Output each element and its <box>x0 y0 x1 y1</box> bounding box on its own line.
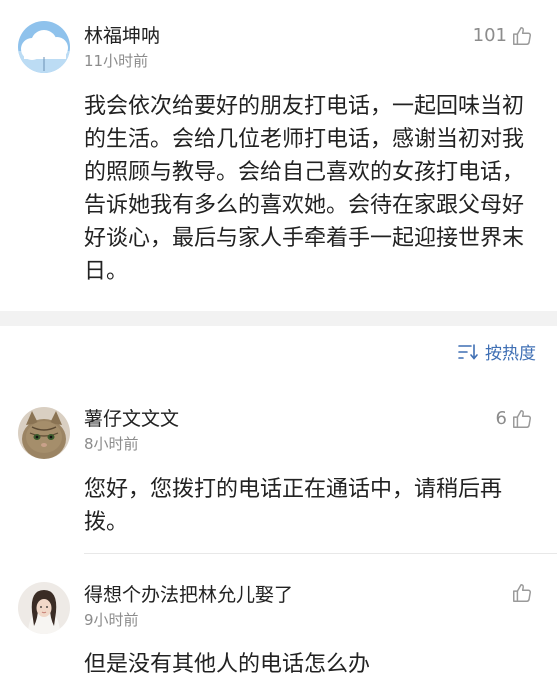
comment-text: 但是没有其他人的电话怎么办 <box>84 652 371 677</box>
divider <box>84 553 557 554</box>
like-button[interactable]: 6 <box>496 408 533 430</box>
sort-icon <box>457 343 479 365</box>
like-button[interactable]: 101 <box>473 25 533 47</box>
thumbs-up-icon <box>511 408 533 430</box>
avatar[interactable] <box>18 582 70 634</box>
like-count: 6 <box>495 408 507 429</box>
timestamp: 9小时前 <box>84 611 139 629</box>
username[interactable]: 林福坤呐 <box>84 27 160 46</box>
comment-item: 林福坤呐 11小时前 101 我会依次给要好的朋友打电话，一起回味当初的生活。会… <box>0 0 557 311</box>
sort-label: 按热度 <box>485 343 536 364</box>
like-count: 101 <box>472 25 507 46</box>
username[interactable]: 得想个办法把林允儿娶了 <box>84 586 293 605</box>
username[interactable]: 薯仔文文文 <box>84 410 179 429</box>
timestamp: 8小时前 <box>84 435 139 453</box>
avatar[interactable] <box>18 407 70 459</box>
timestamp: 11小时前 <box>84 52 149 70</box>
like-button[interactable] <box>507 582 533 604</box>
thumbs-up-icon <box>511 582 533 604</box>
thumbs-up-icon <box>511 25 533 47</box>
comment-text: 您好，您拨打的电话正在通话中，请稍后再拨。 <box>84 477 503 535</box>
avatar[interactable] <box>18 21 70 73</box>
section-separator <box>0 311 557 326</box>
sort-by-hot-button[interactable]: 按热度 <box>457 343 536 365</box>
comment-text: 我会依次给要好的朋友打电话，一起回味当初的生活。会给几位老师打电话，感谢当初对我… <box>84 94 525 284</box>
